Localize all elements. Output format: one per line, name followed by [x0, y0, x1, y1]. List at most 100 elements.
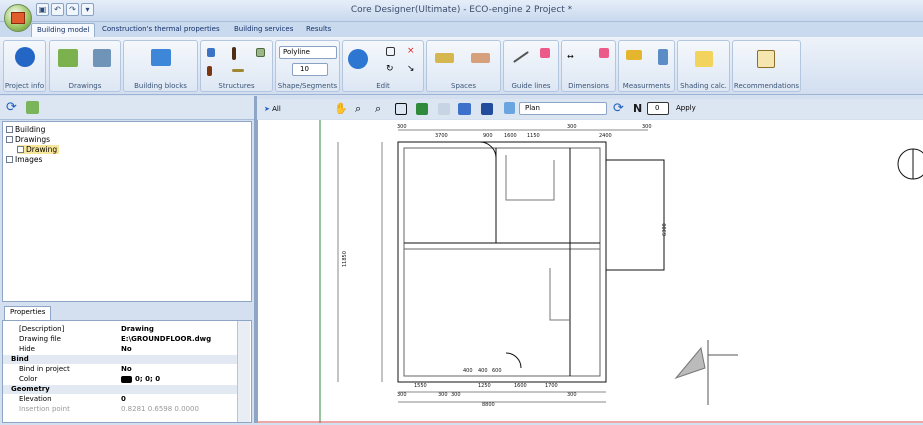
space-add-icon[interactable] — [435, 53, 454, 63]
space-remove-icon[interactable] — [471, 53, 490, 63]
color-swatch — [121, 376, 132, 383]
properties-tab[interactable]: Properties — [4, 306, 52, 320]
property-row[interactable]: [Description] Drawing — [3, 325, 237, 334]
dim-label: 300 — [642, 124, 652, 130]
group-recommendations: Recommendations — [732, 40, 801, 92]
plan-icon — [504, 102, 515, 114]
elevation-icon[interactable] — [438, 103, 450, 115]
group-shape-segments: Polyline 10 Shape/Segments — [275, 40, 340, 92]
north-arrow — [897, 148, 923, 180]
dim-label: 1250 — [478, 383, 491, 389]
property-row[interactable]: Hide No — [3, 345, 237, 354]
app-logo-icon — [11, 12, 25, 24]
tree-settings-icon[interactable] — [26, 101, 39, 114]
drawing-add-icon[interactable] — [58, 49, 78, 67]
images-icon — [6, 156, 13, 163]
tree-node-drawing[interactable]: Drawing — [17, 145, 60, 154]
tree-node-drawings[interactable]: Drawings — [6, 135, 50, 144]
navigation-icon[interactable] — [481, 103, 493, 115]
property-row[interactable]: Color 0; 0; 0 — [3, 375, 237, 384]
window-title: Core Designer(Ultimate) - ECO-engine 2 P… — [350, 5, 573, 15]
title-bar: Core Designer(Ultimate) - ECO-engine 2 P… — [0, 0, 923, 22]
undo-icon[interactable]: ↶ — [51, 3, 64, 16]
property-row[interactable]: Insertion point 0.8281 0.6598 0.0000 — [3, 405, 237, 414]
pan-icon[interactable]: ✋ — [334, 103, 348, 115]
move-icon[interactable] — [348, 49, 368, 69]
refresh-icon[interactable]: ⟳ — [6, 101, 19, 114]
drawing-image-icon[interactable] — [93, 49, 111, 67]
area-icon[interactable] — [658, 49, 668, 65]
guide-line-icon[interactable] — [513, 51, 529, 63]
dim-label: 900 — [483, 133, 493, 139]
zoom-window-icon[interactable]: ⌕ — [375, 103, 389, 115]
save-icon[interactable]: ▣ — [36, 3, 49, 16]
rotate-icon[interactable]: ↻ — [386, 65, 395, 74]
filter-select[interactable]: ➤ All — [264, 103, 300, 115]
dimension-icon[interactable]: ↔ — [567, 53, 584, 61]
property-category-geometry[interactable]: Geometry — [3, 385, 237, 394]
dim-label: 300 — [567, 392, 577, 398]
customize-icon[interactable]: ▾ — [81, 3, 94, 16]
floor-plan-svg: 300 3700 900 1600 1150 300 2400 300 1550… — [258, 120, 923, 423]
group-structures: Structures — [200, 40, 273, 92]
info-icon[interactable] — [15, 47, 35, 67]
ucs-icon — [674, 346, 706, 380]
building-view-icon[interactable] — [416, 103, 428, 115]
group-dimensions: ↔ Dimensions — [561, 40, 616, 92]
zoom-extents-icon[interactable] — [395, 103, 407, 115]
tab-thermal-properties[interactable]: Construction's thermal properties — [97, 23, 225, 37]
expand-icon[interactable] — [6, 136, 13, 143]
ribbon-tabs: Building model Construction's thermal pr… — [0, 22, 923, 37]
dim-label: 1700 — [545, 383, 558, 389]
wall-icon[interactable] — [232, 47, 236, 60]
property-row[interactable]: Drawing file E:\GROUNDFLOOR.dwg — [3, 335, 237, 344]
outer-wall — [397, 141, 607, 383]
dim-label: 6300 — [662, 223, 668, 236]
application-menu-button[interactable] — [4, 4, 32, 32]
dimension-erase-icon[interactable] — [599, 48, 609, 58]
tree-node-building[interactable]: Building — [6, 125, 45, 134]
3d-view-icon[interactable] — [458, 103, 471, 115]
dim-label: 1600 — [514, 383, 527, 389]
sync-icon[interactable]: ⟳ — [613, 102, 625, 115]
properties-scrollbar[interactable] — [237, 321, 250, 422]
dim-label: 2400 — [599, 133, 612, 139]
property-row[interactable]: Bind in project No — [3, 365, 237, 374]
drawing-canvas[interactable]: 300 3700 900 1600 1150 300 2400 300 1550… — [257, 120, 923, 423]
recommendations-icon[interactable] — [757, 50, 775, 68]
view-select[interactable]: Plan — [519, 102, 607, 115]
tab-building-model[interactable]: Building model — [31, 23, 96, 37]
redo-icon[interactable]: ↷ — [66, 3, 79, 16]
group-drawings: Drawings — [49, 40, 121, 92]
door-icon[interactable] — [207, 66, 212, 76]
tab-building-services[interactable]: Building services — [229, 23, 298, 37]
measure-icon[interactable] — [626, 50, 642, 60]
tree-node-images[interactable]: Images — [6, 155, 42, 164]
shading-icon[interactable] — [695, 51, 713, 67]
guide-erase-icon[interactable] — [540, 48, 550, 58]
slab-icon[interactable] — [256, 48, 265, 57]
apply-button[interactable]: Apply — [676, 102, 704, 115]
dim-label: 1550 — [414, 383, 427, 389]
group-edit: × ↻ ↘ Edit — [342, 40, 424, 92]
stair-outline — [549, 268, 570, 321]
beam-icon[interactable] — [232, 69, 244, 72]
zoom-icon[interactable]: ⌕ — [355, 103, 369, 115]
property-row[interactable]: Elevation 0 — [3, 395, 237, 404]
segments-stepper[interactable]: 10 — [292, 63, 328, 76]
shape-select[interactable]: Polyline — [279, 46, 337, 59]
door-swing — [505, 352, 522, 369]
pick-icon[interactable]: ↘ — [407, 65, 416, 74]
dim-label: 8800 — [482, 402, 495, 408]
property-category-bind[interactable]: Bind — [3, 355, 237, 364]
window-icon[interactable] — [207, 48, 215, 57]
delete-icon[interactable]: × — [407, 47, 415, 56]
building-blocks-icon[interactable] — [151, 49, 171, 66]
tree-toolbar: ⟳ — [0, 96, 254, 120]
dim-label: 300 — [451, 392, 461, 398]
north-angle-input[interactable]: 0 — [647, 102, 669, 115]
dim-label: 300 — [567, 124, 577, 130]
group-shading-calc: Shading calc. — [677, 40, 730, 92]
tab-results[interactable]: Results — [301, 23, 336, 37]
copy-icon[interactable] — [386, 47, 395, 56]
